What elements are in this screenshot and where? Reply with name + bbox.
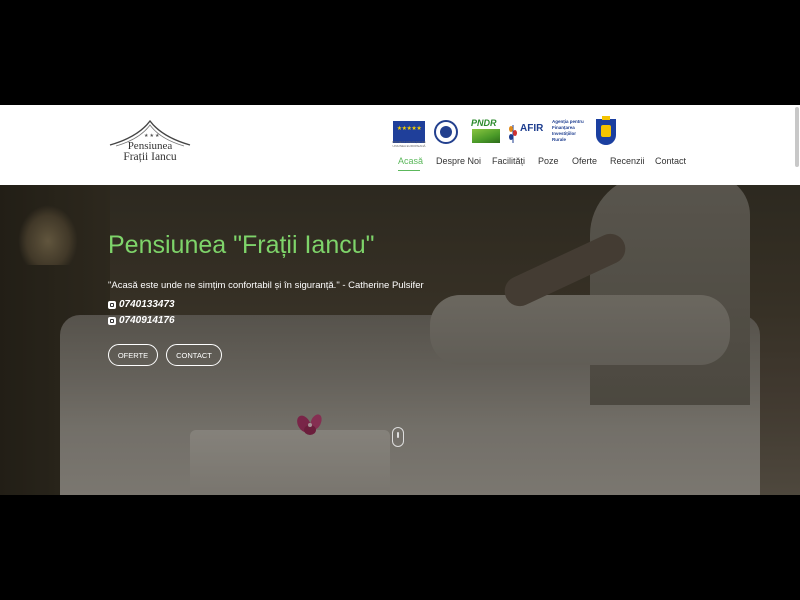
main-nav: Acasă Despre Noi Facilități Poze Oferte … (0, 156, 800, 176)
phone-2-number: 0740914176 (119, 315, 175, 326)
phone-icon (108, 300, 116, 309)
romania-coat-of-arms-icon (594, 116, 618, 147)
afir-logo: AFIR Agenția pentru Finanțarea Investiți… (508, 117, 586, 147)
nav-item-poze[interactable]: Poze (538, 156, 559, 166)
scroll-down-icon[interactable] (392, 427, 404, 447)
offers-button[interactable]: OFERTE (108, 344, 158, 366)
hero-title: Pensiunea "Frații Iancu" (108, 231, 375, 259)
contact-button[interactable]: CONTACT (166, 344, 222, 366)
phone-icon (108, 316, 116, 325)
eu-flag-icon: ★★★★★ PROIECT FINANȚAT DE UNIUNEA EUROPE… (392, 117, 426, 148)
pndr-label: PNDR (471, 118, 497, 128)
nav-item-facilitati[interactable]: Facilități (492, 156, 525, 166)
nav-active-indicator (398, 170, 420, 171)
phone-2[interactable]: 0740914176 (108, 315, 175, 326)
afir-name: AFIR (520, 123, 544, 134)
site-header: ★★★ Pensiunea Frații Iancu ★★★★★ PROIECT… (0, 105, 800, 185)
browser-viewport: ★★★ Pensiunea Frații Iancu ★★★★★ PROIECT… (0, 105, 800, 495)
pndr-logo-icon: PNDR (470, 117, 502, 147)
hero-section: Pensiunea "Frații Iancu" "Acasă este und… (0, 185, 800, 495)
hero-quote: "Acasă este unde ne simțim confortabil ș… (108, 280, 424, 291)
nav-item-oferte[interactable]: Oferte (572, 156, 597, 166)
nav-item-despre-noi[interactable]: Despre Noi (436, 156, 481, 166)
phone-1-number: 0740133473 (119, 299, 175, 310)
page-scrollbar[interactable] (795, 107, 799, 167)
logo-stars: ★★★ (144, 133, 161, 139)
nav-item-recenzii[interactable]: Recenzii (610, 156, 645, 166)
phone-1[interactable]: 0740133473 (108, 299, 175, 310)
eu-caption: PROIECT FINANȚAT DE UNIUNEA EUROPEANĂ (392, 140, 426, 148)
government-seal-icon (432, 117, 460, 147)
nav-item-contact[interactable]: Contact (655, 156, 686, 166)
wheat-icon (509, 125, 517, 143)
nav-item-acasa[interactable]: Acasă (398, 156, 423, 166)
afir-description: Agenția pentru Finanțarea Investițiilor … (552, 119, 584, 142)
